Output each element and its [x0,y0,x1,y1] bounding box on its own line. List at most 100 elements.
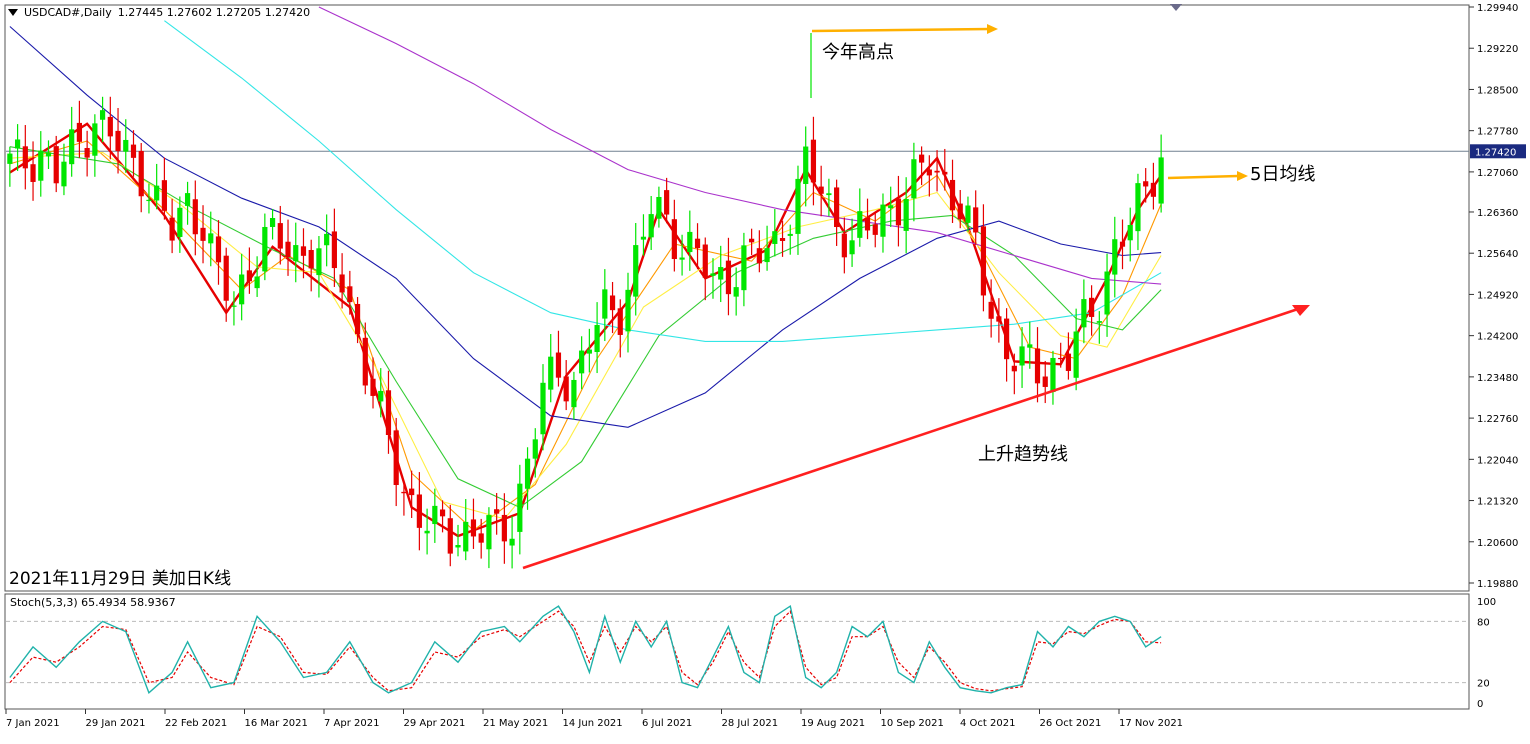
candle-body [1019,346,1025,366]
candle-body [880,204,886,237]
candle-body [69,129,75,165]
price-tick-label: 1.23480 [1477,373,1518,384]
candle-body [501,514,507,542]
dropdown-triangle-icon[interactable] [8,9,18,16]
candle-body [988,301,994,319]
date-tick-label: 29 Jan 2021 [86,718,146,729]
candle-body [84,148,90,158]
ohlc-values: 1.27445 1.27602 1.27205 1.27420 [117,6,311,19]
candle-body [277,223,283,249]
candle-body [61,161,67,187]
annotation-year-high: 今年高点 [822,42,894,63]
candle-body [169,217,175,241]
candle-body [14,139,21,149]
candle-body [532,439,538,459]
candle-body [161,180,167,211]
candle-body [478,533,484,543]
candle-body [640,236,647,240]
candle-body [679,257,685,260]
candle-body [30,164,36,182]
candle-body [656,196,662,219]
candle-body [1104,271,1110,315]
chart-caption: 2021年11月29日 美加日K线 [9,569,232,589]
date-tick-label: 6 Jul 2021 [642,718,692,729]
candle-body [973,207,979,233]
stoch-indicator-label: Stoch(5,3,3) 65.4934 58.9367 [10,596,176,609]
candle-body [803,146,809,184]
price-tick-label: 1.19880 [1477,579,1518,590]
candle-body [733,287,739,297]
candle-body [53,146,59,184]
candle-body [1042,376,1048,387]
date-tick-label: 17 Nov 2021 [1119,718,1183,729]
candle-body [787,233,793,236]
annotation-trendline: 上升趋势线 [978,444,1068,465]
candle-body [911,159,917,199]
price-tick-label: 1.20600 [1477,538,1518,549]
candle-body [1011,365,1017,372]
candle-body [293,245,299,262]
candle-body [378,390,384,402]
candle-body [872,224,878,235]
price-tick-label: 1.22760 [1477,414,1518,425]
candle-body [138,150,144,197]
candle-body [339,274,345,293]
candle-body [22,146,28,169]
candle-body [772,231,778,244]
candle-body [1158,157,1164,204]
candle-body [331,231,337,269]
candle-body [455,545,461,548]
candle-body [1088,297,1095,317]
candle-body [7,153,13,164]
candle-body [300,246,307,256]
candle-body [324,233,330,246]
candle-body [857,211,863,238]
stoch-tick-label: 20 [1477,679,1490,690]
candle-body [470,519,477,537]
candle-body [370,378,376,396]
candle-body [92,123,98,156]
candle-body [749,238,755,243]
candle-body [146,199,152,202]
candle-body [895,198,902,226]
candle-body [416,494,422,528]
candle-body [231,305,237,307]
candle-body [594,325,600,353]
candle-body [246,270,252,282]
candle-body [208,233,214,244]
candle-body [432,505,438,525]
candle-body [1004,318,1010,360]
candle-body [439,509,446,517]
candle-body [347,286,353,303]
candle-body [177,207,183,237]
candle-body [965,205,971,223]
candle-body [764,248,770,263]
candle-body [756,248,762,264]
date-tick-label: 26 Oct 2021 [1040,718,1102,729]
candle-body [393,430,399,486]
candle-body [1096,321,1102,323]
candle-body [1058,357,1064,360]
candle-body [76,122,83,142]
price-tick-label: 1.27780 [1477,127,1518,138]
candle-body [864,217,871,231]
candle-body [99,110,106,120]
candle-body [494,509,500,514]
candle-body [617,308,623,335]
chart-window: 100 80 20 0 1.29940 1.29220 1.28500 1.27780 1.2… [0,0,1530,740]
candle-body [130,144,137,158]
candle-body [223,255,229,301]
candle-body [509,538,515,546]
candle-body [200,227,206,241]
price-tick-label: 1.26360 [1477,208,1518,219]
candle-body [517,483,523,532]
candle-body [579,350,585,374]
candle-body [818,186,824,194]
candle-body [841,233,847,258]
date-tick-label: 7 Jan 2021 [6,718,60,729]
price-tick-label: 1.28500 [1477,85,1518,96]
candle-body [1127,224,1133,241]
candlestick-chart[interactable]: 100 80 20 0 1.29940 1.29220 1.28500 1.27780 1.2… [0,0,1530,740]
candle-body [362,337,368,386]
candle-body [957,203,963,220]
